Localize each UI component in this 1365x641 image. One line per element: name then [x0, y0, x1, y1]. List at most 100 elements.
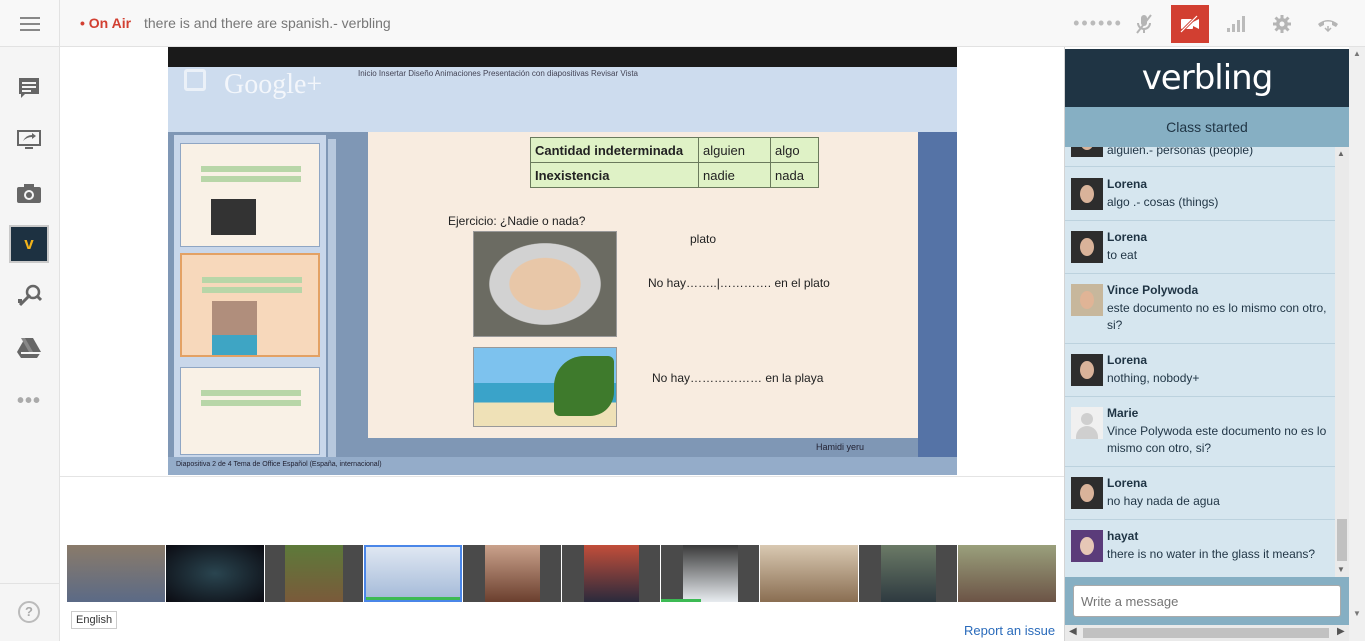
- participant-thumbnail[interactable]: [265, 545, 363, 602]
- message-text: there is no water in the glass it means?: [1107, 547, 1316, 561]
- chat-message: Lorena nothing, nobody+: [1065, 344, 1335, 397]
- speaking-indicator: [366, 597, 460, 600]
- signal-dots-icon: ••••••: [1073, 13, 1123, 33]
- more-apps-button[interactable]: •••: [9, 382, 49, 420]
- avatar: [1071, 284, 1103, 316]
- hangout-window: • On Air there is and there are spanish.…: [0, 0, 1365, 641]
- message-text: nothing, nobody+: [1107, 371, 1200, 385]
- chat-message: Lorena algo .- cosas (things): [1065, 168, 1335, 221]
- scroll-right-icon[interactable]: ▶: [1337, 626, 1345, 637]
- slide-thumbnail: [180, 367, 320, 455]
- participant-thumbnail[interactable]: [166, 545, 264, 602]
- avatar: [1071, 530, 1103, 562]
- message-text: alguien.- personas (people): [1107, 147, 1254, 157]
- table-cell: Cantidad indeterminada: [530, 137, 699, 163]
- participant-thumbnail[interactable]: [661, 545, 759, 602]
- beach-image: [473, 347, 617, 427]
- table-cell: algo: [770, 137, 819, 163]
- exercise-line-1: No hay……..|…………. en el plato: [648, 276, 830, 290]
- camera-off-button[interactable]: [1171, 4, 1209, 43]
- verbling-chat-panel: verbling Class started alguien.- persona…: [1064, 47, 1365, 641]
- verbling-app-button[interactable]: v: [9, 225, 49, 263]
- message-text: no hay nada de agua: [1107, 494, 1220, 508]
- hang-up-button[interactable]: [1309, 5, 1347, 43]
- message-text: to eat: [1107, 248, 1138, 262]
- scroll-up-icon[interactable]: ▲: [1337, 149, 1345, 158]
- camera-icon: [17, 184, 41, 203]
- drive-icon: [17, 338, 41, 358]
- participant-thumbnail[interactable]: [67, 545, 165, 602]
- scrollbar-thumb[interactable]: [1083, 628, 1329, 638]
- message-text: algo .- cosas (things): [1107, 195, 1219, 209]
- table-cell: alguien: [698, 137, 771, 163]
- avatar: [1071, 477, 1103, 509]
- participant-thumbnail[interactable]: [562, 545, 660, 602]
- participant-thumbnail[interactable]: [859, 545, 957, 602]
- chat-icon: [19, 78, 39, 98]
- avatar: [1071, 354, 1103, 386]
- chat-app-button[interactable]: [9, 69, 49, 107]
- chat-message-partial: alguien.- personas (people): [1065, 147, 1335, 167]
- message-input[interactable]: [1073, 585, 1341, 617]
- sender-name: Lorena: [1107, 353, 1148, 367]
- report-issue-link[interactable]: Report an issue: [964, 623, 1055, 638]
- screenshare-app-button[interactable]: [9, 121, 49, 159]
- panel-horizontal-scrollbar[interactable]: ◀ ▶: [1065, 625, 1349, 641]
- drive-app-button[interactable]: [9, 329, 49, 367]
- settings-button[interactable]: [1263, 5, 1301, 43]
- table-cell: nadie: [698, 162, 771, 188]
- shared-screen-video[interactable]: Inicio Insertar Diseño Animaciones Prese…: [168, 47, 957, 475]
- scroll-down-icon[interactable]: ▼: [1353, 609, 1361, 618]
- slide-thumbnails-pane: [174, 135, 326, 461]
- chat-messages: alguien.- personas (people) Lorena algo …: [1065, 147, 1335, 577]
- sidebar-divider: [0, 583, 60, 584]
- slide-thumbnail-selected: [180, 253, 320, 357]
- on-air-indicator: • On Air: [80, 15, 132, 31]
- top-bar: • On Air there is and there are spanish.…: [0, 0, 1365, 47]
- google-plus-watermark: Google+: [224, 69, 323, 100]
- help-button[interactable]: ?: [18, 601, 40, 623]
- screenshare-icon: [17, 130, 41, 149]
- chat-message: Vince Polywoda este documento no es lo m…: [1065, 274, 1335, 344]
- powerpoint-status-bar: Diapositiva 2 de 4 Tema de Office Españo…: [168, 457, 957, 475]
- participant-thumbnail[interactable]: [958, 545, 1056, 602]
- hang-up-icon: [1318, 19, 1338, 32]
- slide-scroll-area: [918, 132, 957, 462]
- participant-thumbnail-selected[interactable]: [364, 545, 462, 602]
- chat-scrollbar[interactable]: ▲ ▼: [1335, 147, 1349, 577]
- grammar-table: Cantidad indeterminada alguien algo Inex…: [530, 137, 819, 188]
- verbling-app-icon: v: [24, 234, 34, 253]
- table-cell: nada: [770, 162, 819, 188]
- avatar: [1071, 178, 1103, 210]
- apps-sidebar: v ••• ?: [0, 47, 60, 641]
- default-avatar-icon: [1071, 407, 1103, 439]
- language-selector[interactable]: English: [71, 611, 118, 629]
- chat-message: Lorena to eat: [1065, 221, 1335, 274]
- sender-name: Marie: [1107, 406, 1139, 420]
- capture-app-button[interactable]: [9, 174, 49, 212]
- menu-button[interactable]: [0, 0, 60, 47]
- scroll-up-icon[interactable]: ▲: [1353, 49, 1361, 58]
- mute-mic-button[interactable]: [1125, 5, 1163, 43]
- scroll-down-icon[interactable]: ▼: [1337, 565, 1345, 574]
- compose-area: [1065, 577, 1349, 625]
- effects-app-button[interactable]: [9, 277, 49, 315]
- sender-name: Lorena: [1107, 177, 1148, 191]
- slide-thumbnail: [180, 143, 320, 247]
- sender-name: Lorena: [1107, 230, 1148, 244]
- panel-outer-scrollbar[interactable]: ▲ ▼: [1349, 47, 1365, 641]
- hangout-title[interactable]: there is and there are spanish.- verblin…: [144, 15, 391, 31]
- plate-image: [473, 231, 617, 337]
- exercise-title: Ejercicio: ¿Nadie o nada?: [448, 214, 586, 228]
- class-status-bar: Class started: [1065, 107, 1349, 147]
- sender-name: hayat: [1107, 529, 1139, 543]
- avatar: [1071, 231, 1103, 263]
- scrollbar-thumb[interactable]: [1337, 519, 1347, 561]
- hamburger-icon: [19, 22, 40, 25]
- scroll-left-icon[interactable]: ◀: [1069, 626, 1077, 637]
- participant-thumbnail[interactable]: [760, 545, 858, 602]
- bandwidth-button[interactable]: [1217, 5, 1255, 43]
- more-icon: •••: [16, 389, 41, 412]
- table-row: Cantidad indeterminada alguien algo: [530, 137, 819, 163]
- participant-thumbnail[interactable]: [463, 545, 561, 602]
